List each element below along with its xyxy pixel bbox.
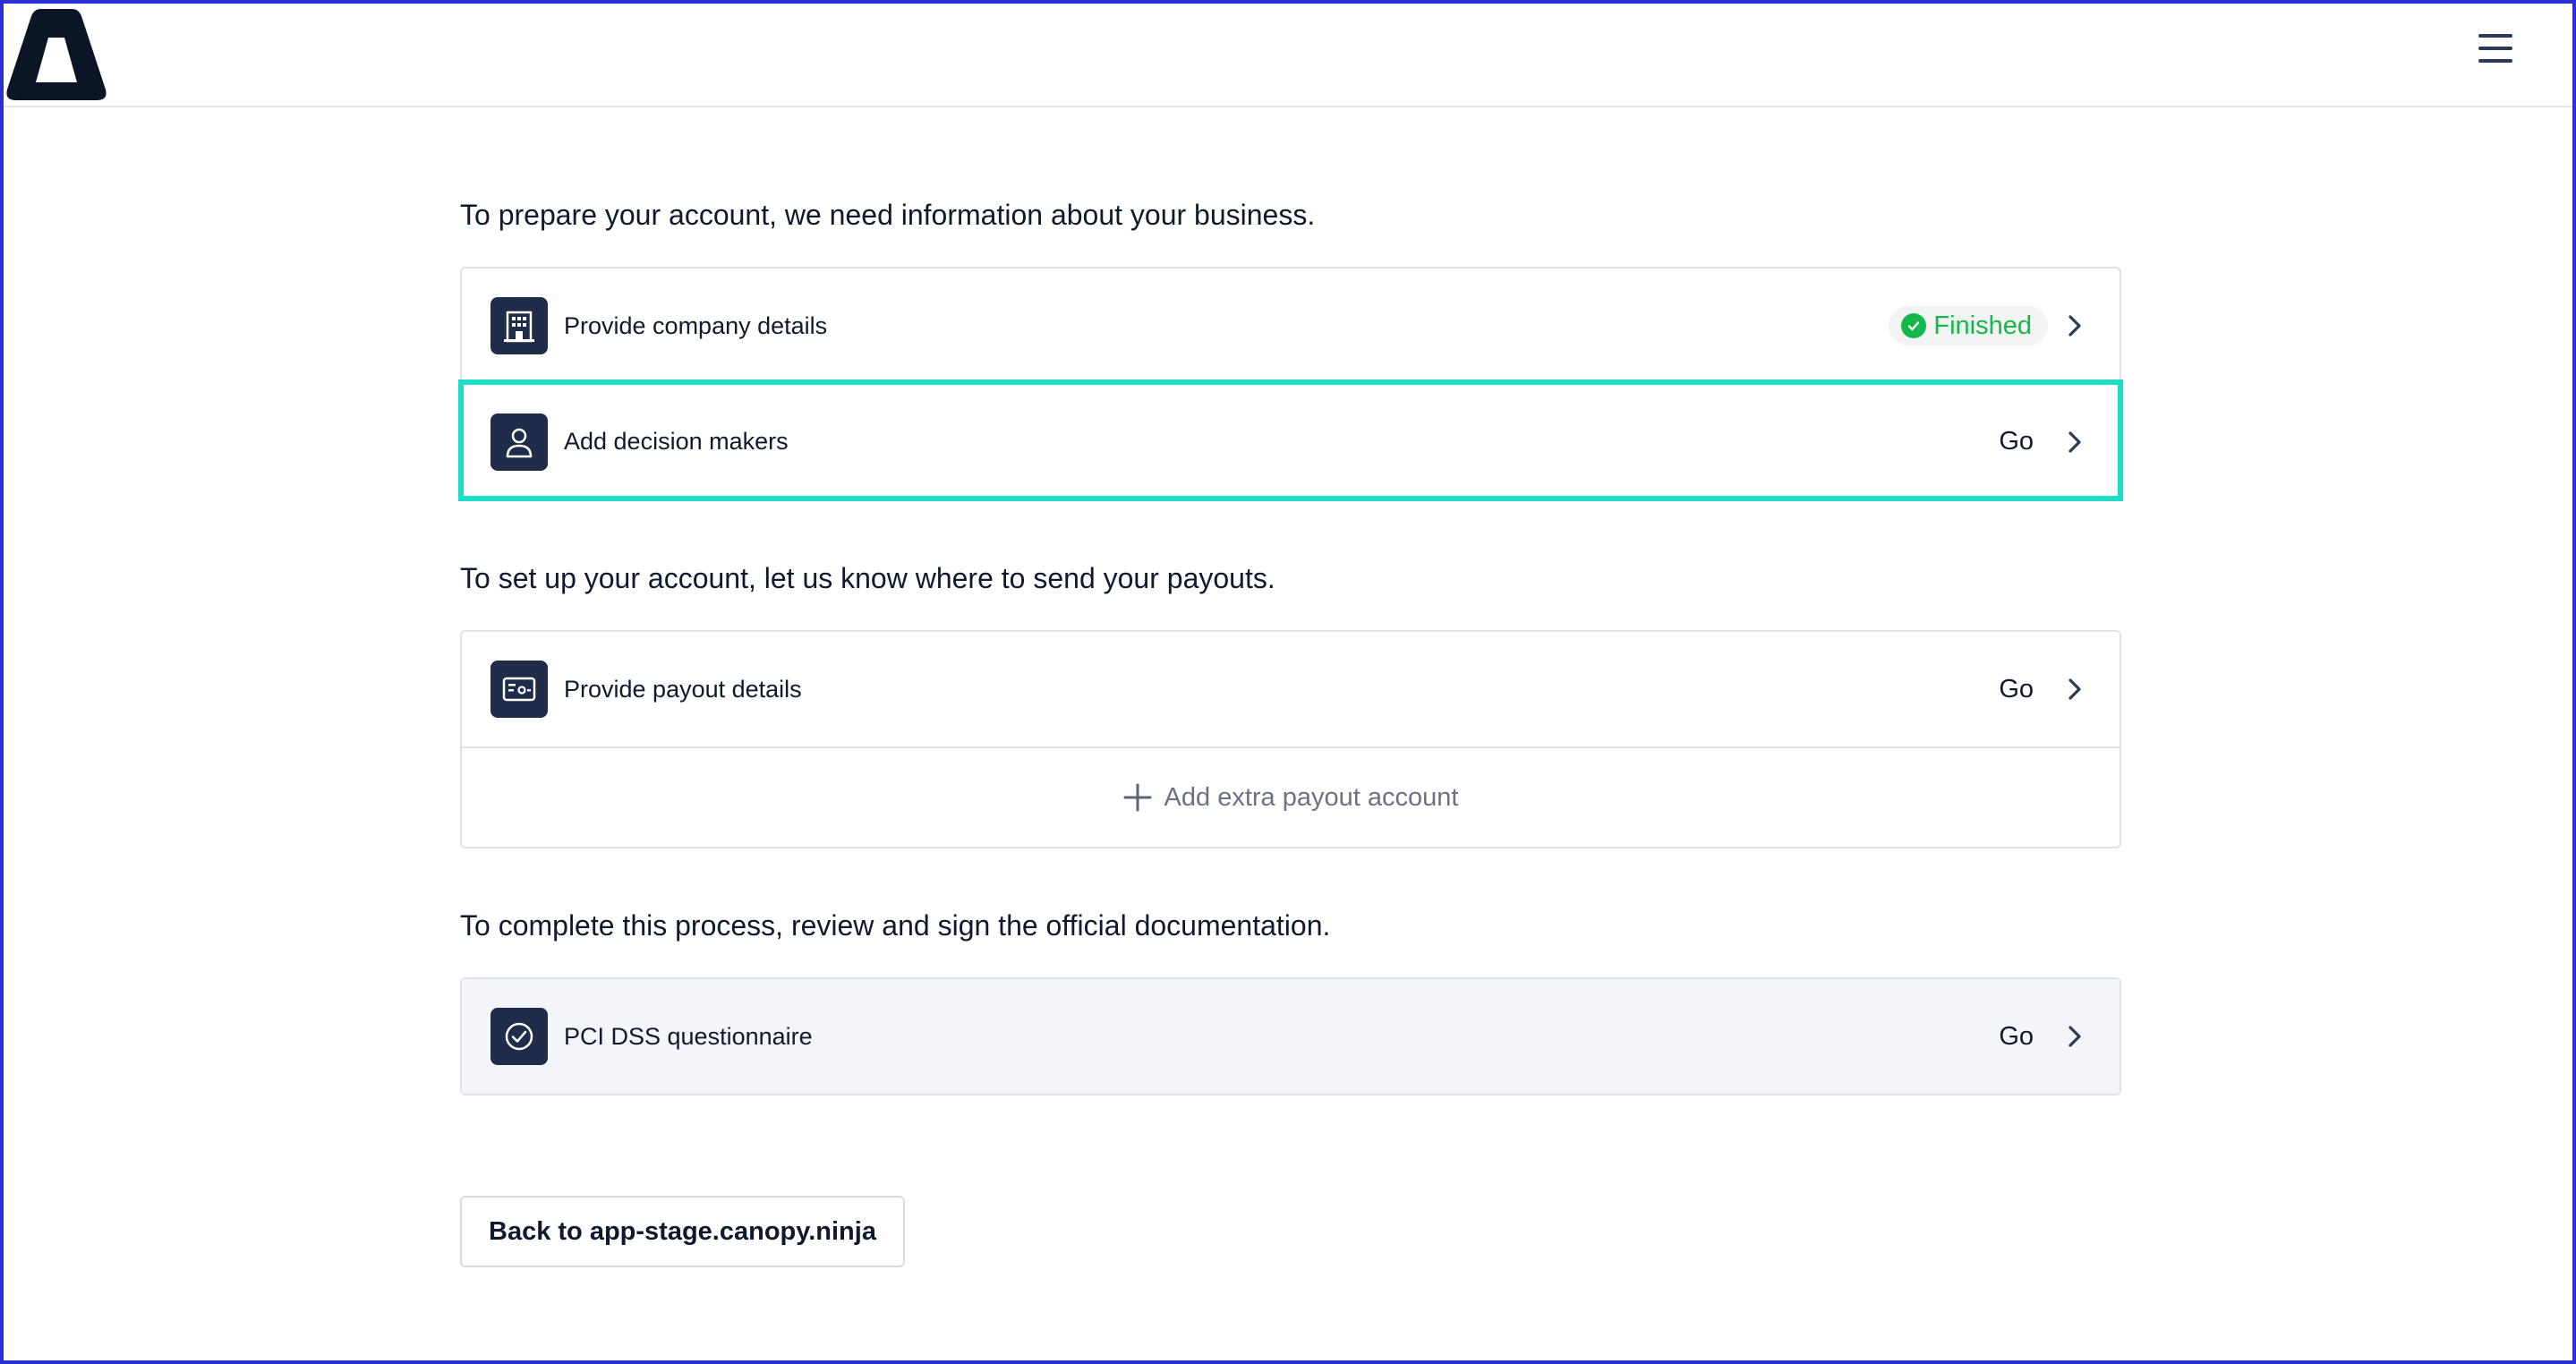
go-link[interactable]: Go bbox=[1999, 1022, 2034, 1052]
go-link[interactable]: Go bbox=[1999, 427, 2034, 456]
plus-icon bbox=[1123, 783, 1152, 812]
payouts-card: Provide payout details Go Add extra payo… bbox=[460, 630, 2121, 848]
add-extra-payout-button[interactable]: Add extra payout account bbox=[462, 746, 2120, 847]
add-extra-payout-label: Add extra payout account bbox=[1164, 782, 1459, 812]
company-details-label: Provide company details bbox=[564, 311, 828, 339]
chevron-right-icon bbox=[2068, 678, 2081, 700]
triangle-logo-icon[interactable] bbox=[5, 4, 107, 104]
back-button[interactable]: Back to app-stage.canopy.ninja bbox=[460, 1196, 905, 1267]
top-bar bbox=[0, 0, 2576, 107]
business-card: Provide company details Finished Add dec… bbox=[458, 267, 2123, 501]
decision-makers-label: Add decision makers bbox=[564, 427, 789, 455]
payout-details-row[interactable]: Provide payout details Go bbox=[462, 632, 2120, 746]
section-title-business: To prepare your account, we need informa… bbox=[460, 199, 1316, 231]
check-circle-icon bbox=[490, 1008, 548, 1065]
payout-card-icon bbox=[490, 661, 548, 718]
check-badge-icon bbox=[1901, 313, 1927, 338]
section-title-payouts: To set up your account, let us know wher… bbox=[460, 562, 1275, 594]
chevron-right-icon bbox=[2068, 431, 2081, 453]
hamburger-menu-icon[interactable] bbox=[2474, 34, 2517, 70]
building-icon bbox=[490, 297, 548, 354]
chevron-right-icon bbox=[2068, 1026, 2081, 1047]
person-icon bbox=[490, 413, 548, 471]
payout-details-label: Provide payout details bbox=[564, 675, 802, 703]
pci-dss-label: PCI DSS questionnaire bbox=[564, 1022, 813, 1050]
pci-dss-row[interactable]: PCI DSS questionnaire Go bbox=[462, 979, 2120, 1094]
documentation-card: PCI DSS questionnaire Go bbox=[460, 977, 2121, 1095]
section-title-documentation: To complete this process, review and sig… bbox=[460, 909, 1331, 942]
decision-makers-row[interactable]: Add decision makers Go bbox=[458, 379, 2123, 501]
go-link[interactable]: Go bbox=[1999, 675, 2034, 704]
company-details-row[interactable]: Provide company details Finished bbox=[462, 269, 2120, 383]
status-badge-text: Finished bbox=[1933, 311, 2032, 340]
chevron-right-icon bbox=[2068, 315, 2081, 337]
status-badge-finished: Finished bbox=[1889, 306, 2048, 345]
